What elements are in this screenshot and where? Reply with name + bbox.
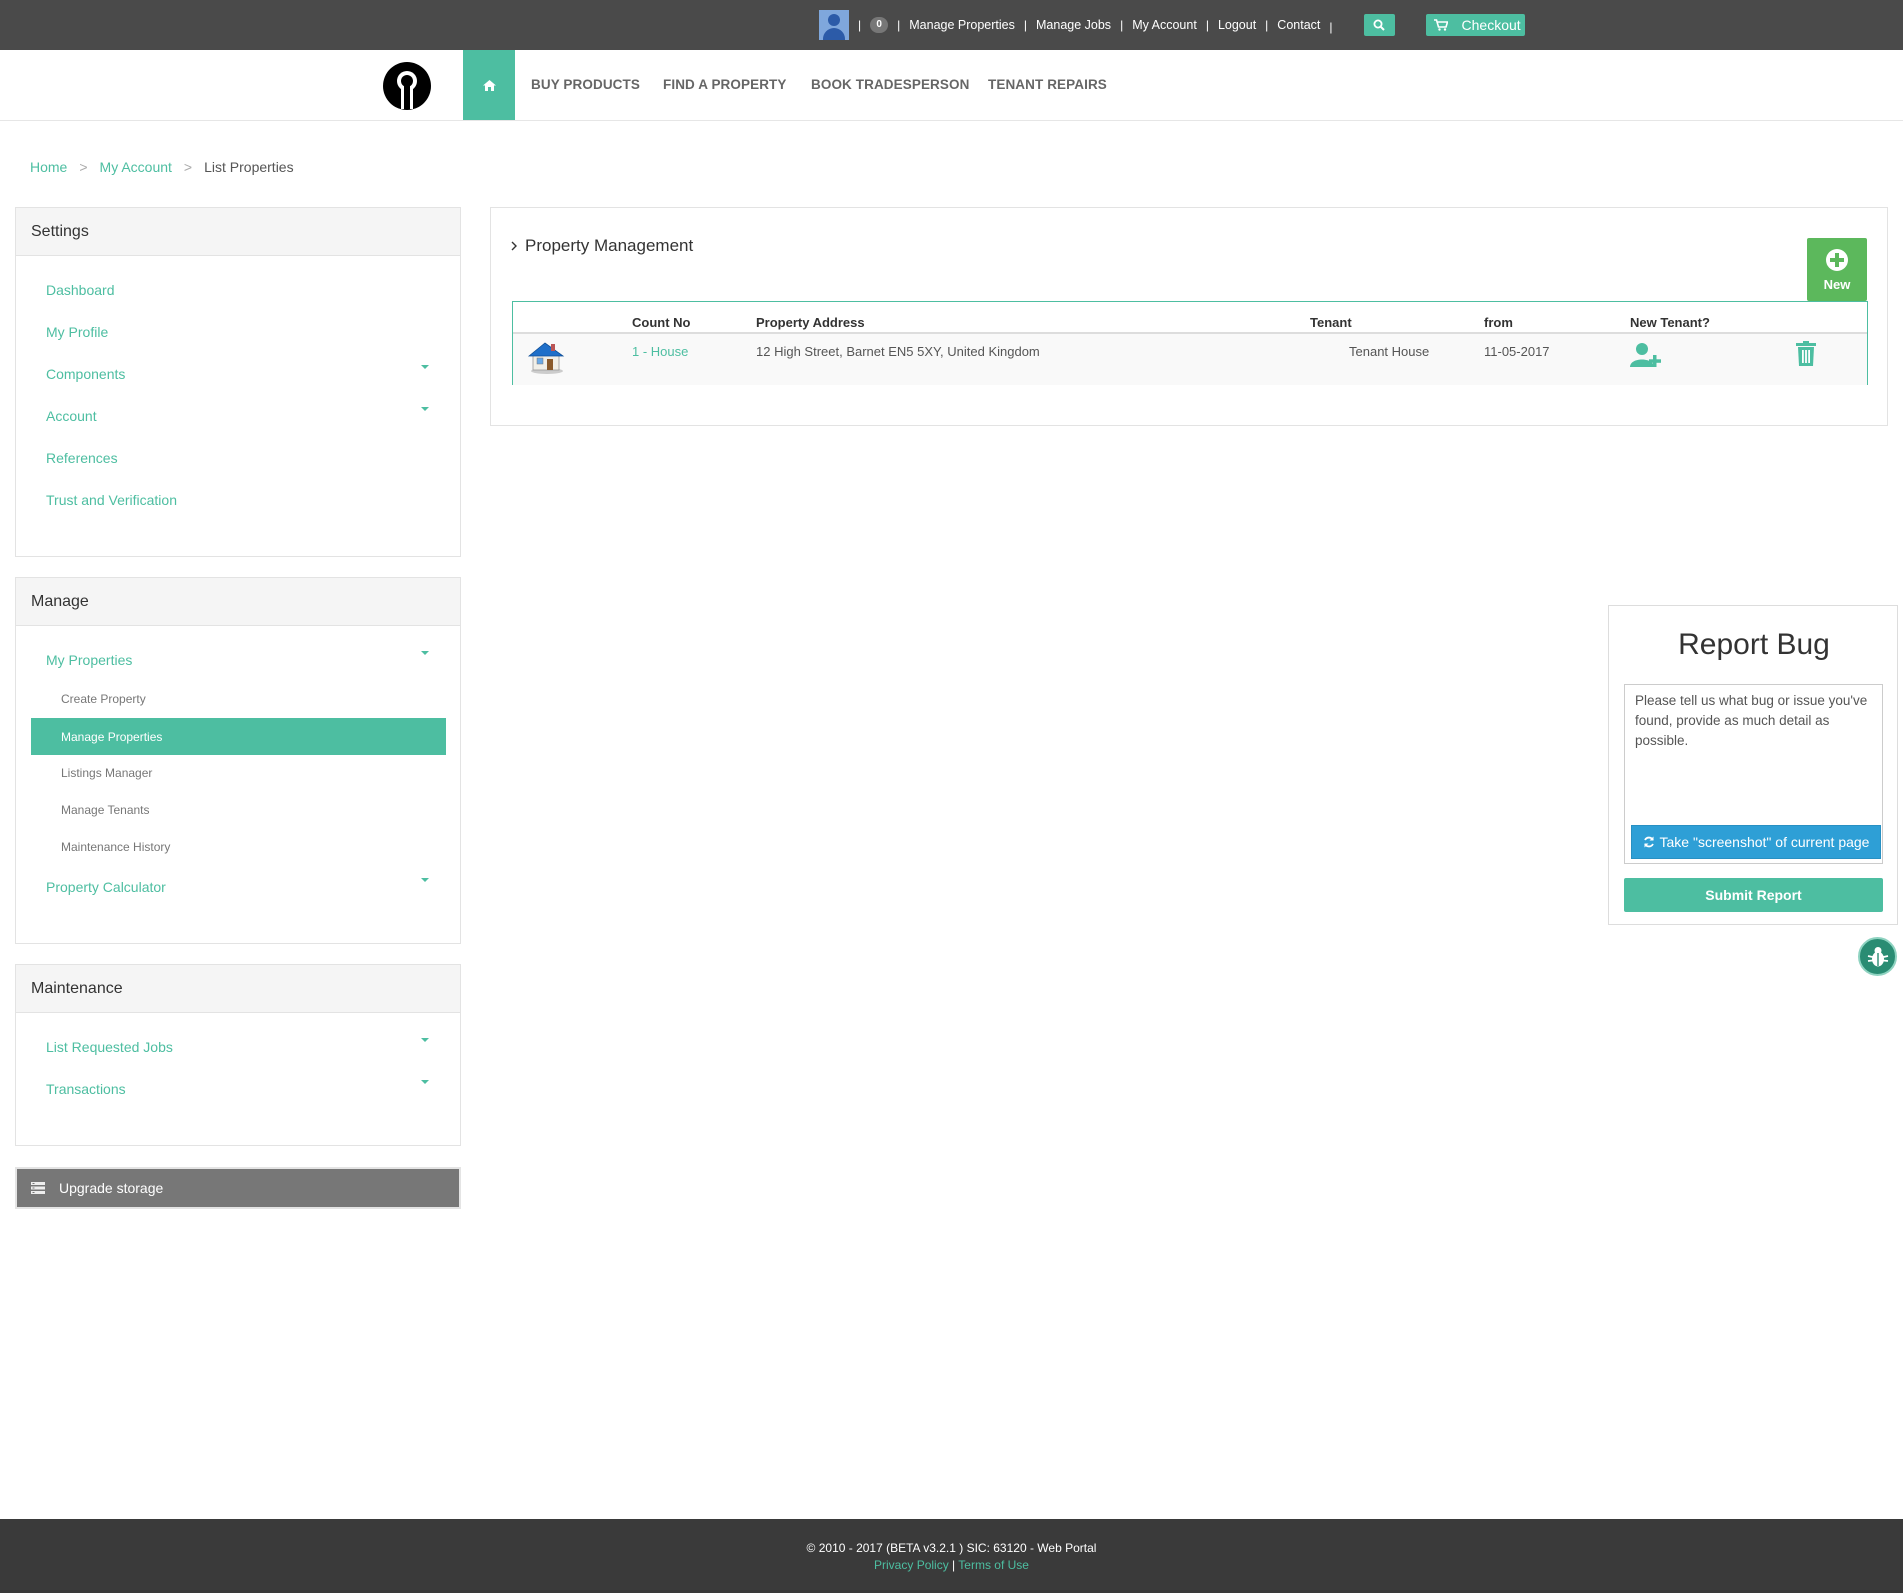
bug-description-textarea[interactable] [1625, 685, 1882, 825]
bug-description-box: Take "screenshot" of current page [1624, 684, 1883, 864]
storage-icon [31, 1182, 45, 1194]
sidebar-item-references[interactable]: References [46, 450, 118, 466]
sidebar-item-list-requested-jobs[interactable]: List Requested Jobs [46, 1039, 173, 1055]
submit-report-button[interactable]: Submit Report [1624, 878, 1883, 912]
property-management-heading: Property Management [511, 236, 693, 256]
new-button-label: New [1823, 276, 1851, 292]
nav-book-tradesperson[interactable]: BOOK TRADESPERSON [811, 77, 969, 92]
maintenance-panel: Maintenance List Requested Jobs Transact… [15, 964, 461, 1146]
user-avatar-icon[interactable] [819, 10, 849, 40]
property-count-link[interactable]: 1 - House [632, 344, 688, 359]
top-link-contact[interactable]: Contact [1277, 18, 1320, 32]
footer: © 2010 - 2017 (BETA v3.2.1 ) SIC: 63120 … [0, 1519, 1903, 1593]
checkout-button[interactable]: Checkout [1425, 14, 1525, 36]
components-caret-icon[interactable] [421, 365, 429, 369]
settings-panel: Settings Dashboard My Profile Components… [15, 207, 461, 557]
property-address: 12 High Street, Barnet EN5 5XY, United K… [756, 344, 1040, 359]
top-link-my-account[interactable]: My Account [1132, 18, 1197, 32]
column-header-property-address: Property Address [756, 315, 865, 330]
maintenance-panel-title: Maintenance [16, 965, 460, 1013]
take-screenshot-label: Take "screenshot" of current page [1659, 834, 1870, 850]
top-link-manage-jobs[interactable]: Manage Jobs [1036, 18, 1111, 32]
property-tenant: Tenant House [1349, 344, 1430, 359]
cart-icon [1433, 19, 1448, 31]
list-requested-jobs-caret-icon[interactable] [421, 1038, 429, 1042]
report-bug-title: Report Bug [1678, 628, 1830, 661]
account-caret-icon[interactable] [421, 407, 429, 411]
sidebar-subitem-manage-properties[interactable]: Manage Properties [31, 718, 446, 755]
tenancy-from-date: 11-05-2017 [1484, 344, 1550, 359]
footer-copyright: © 2010 - 2017 (BETA v3.2.1 ) SIC: 63120 … [806, 1541, 1097, 1555]
site-logo[interactable] [382, 61, 432, 111]
add-tenant-icon[interactable] [1630, 342, 1664, 368]
nav-home-tab[interactable] [463, 50, 515, 120]
column-header-from: from [1484, 315, 1513, 330]
sidebar-item-components[interactable]: Components [46, 366, 125, 382]
table-row: 1 - House 12 High Street, Barnet EN5 5XY… [513, 334, 1867, 385]
nav-find-a-property[interactable]: FIND A PROPERTY [663, 77, 787, 92]
report-bug-toggle-button[interactable] [1858, 937, 1897, 976]
sidebar-item-my-profile[interactable]: My Profile [46, 324, 108, 340]
properties-table: Count No Property Address Tenant from Ne… [512, 301, 1868, 385]
sidebar-item-dashboard[interactable]: Dashboard [46, 282, 115, 298]
my-properties-caret-icon[interactable] [421, 651, 429, 655]
sidebar-item-account[interactable]: Account [46, 408, 97, 424]
property-calculator-caret-icon[interactable] [421, 878, 429, 882]
top-bar: | 0 | Manage Properties | Manage Jobs | … [0, 0, 1903, 50]
home-icon [482, 79, 496, 91]
property-management-panel: Property Management New Count No Propert… [490, 207, 1888, 426]
house-thumbnail-icon[interactable] [525, 340, 565, 374]
breadcrumb-home[interactable]: Home [30, 159, 67, 175]
sidebar-subitem-maintenance-history[interactable]: Maintenance History [61, 840, 170, 854]
footer-links: Privacy Policy | Terms of Use [874, 1558, 1029, 1572]
new-property-button[interactable]: New [1807, 238, 1867, 301]
page-title: Property Management [525, 236, 694, 255]
manage-panel-title: Manage [16, 578, 460, 626]
privacy-policy-link[interactable]: Privacy Policy [874, 1558, 949, 1572]
refresh-icon [1643, 836, 1654, 848]
sidebar-subitem-manage-tenants[interactable]: Manage Tenants [61, 803, 150, 817]
upgrade-storage-button[interactable]: Upgrade storage [15, 1167, 461, 1209]
plus-circle-icon [1826, 248, 1848, 271]
report-bug-panel: Report Bug Take "screenshot" of current … [1608, 605, 1898, 925]
take-screenshot-button[interactable]: Take "screenshot" of current page [1631, 825, 1881, 859]
sidebar-item-property-calculator[interactable]: Property Calculator [46, 879, 166, 895]
bug-icon [1867, 946, 1888, 966]
terms-of-use-link[interactable]: Terms of Use [958, 1558, 1029, 1572]
column-header-tenant: Tenant [1310, 315, 1352, 330]
column-header-count-no: Count No [632, 315, 691, 330]
sidebar-subitem-create-property[interactable]: Create Property [61, 692, 146, 706]
column-header-new-tenant: New Tenant? [1630, 315, 1710, 330]
breadcrumb-my-account[interactable]: My Account [100, 159, 172, 175]
top-bar-links: | 0 | Manage Properties | Manage Jobs | … [819, 10, 1525, 40]
nav-tenant-repairs[interactable]: TENANT REPAIRS [988, 77, 1107, 92]
sidebar-item-trust-and-verification[interactable]: Trust and Verification [46, 492, 177, 508]
transactions-caret-icon[interactable] [421, 1080, 429, 1084]
settings-panel-title: Settings [16, 208, 460, 256]
sidebar-subitem-listings-manager[interactable]: Listings Manager [61, 766, 152, 780]
checkout-label: Checkout [1461, 17, 1521, 33]
search-icon [1373, 19, 1385, 31]
sidebar-item-transactions[interactable]: Transactions [46, 1081, 126, 1097]
breadcrumb: Home > My Account > List Properties [30, 159, 294, 175]
nav-buy-products[interactable]: BUY PRODUCTS [531, 77, 640, 92]
breadcrumb-current: List Properties [204, 159, 294, 175]
top-link-logout[interactable]: Logout [1218, 18, 1256, 32]
top-link-manage-properties[interactable]: Manage Properties [909, 18, 1015, 32]
trash-icon[interactable] [1795, 341, 1817, 367]
notification-badge[interactable]: 0 [870, 17, 889, 33]
search-button[interactable] [1363, 14, 1395, 36]
sidebar-item-my-properties[interactable]: My Properties [46, 652, 132, 668]
chevron-right-icon [511, 241, 517, 251]
manage-panel: Manage My Properties Create Property Man… [15, 577, 461, 944]
upgrade-storage-label: Upgrade storage [59, 1180, 164, 1196]
